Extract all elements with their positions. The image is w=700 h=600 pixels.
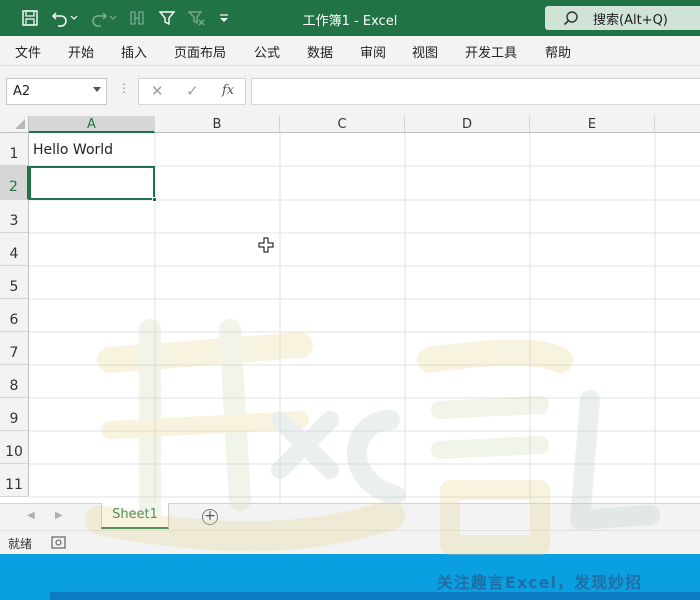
status-bar: 就绪 [0,530,700,554]
fill-handle[interactable] [152,197,157,202]
column-header-a[interactable]: A [29,116,155,133]
column-header-e[interactable]: E [530,116,655,133]
column-header-b[interactable]: B [155,116,280,133]
accessibility-icon[interactable] [51,536,66,549]
column-header-f[interactable] [655,116,700,133]
search-icon [563,10,579,26]
touch-mode-icon[interactable] [127,8,147,28]
tab-view[interactable]: 视图 [412,42,438,61]
insert-function-icon[interactable]: fx [222,83,234,98]
ribbon-tabs: 文件 开始 插入 页面布局 公式 数据 审阅 视图 开发工具 帮助 [0,36,700,66]
formula-buttons: ✕ ✓ fx [138,78,246,105]
scroll-tabs-left-icon[interactable]: ◀ [27,510,35,521]
cell-cursor-icon [258,237,274,253]
search-box[interactable]: 搜索(Alt+Q) [545,6,700,30]
name-box[interactable]: A2 [6,78,107,105]
row-header-6[interactable]: 6 [0,299,29,332]
row-header-3[interactable]: 3 [0,200,29,233]
title-bar: 工作簿1 - Excel 搜索(Alt+Q) [0,0,700,36]
tab-file[interactable]: 文件 [15,42,41,61]
column-header-c[interactable]: C [280,116,405,133]
tab-help[interactable]: 帮助 [545,42,571,61]
row-header-1[interactable]: 1 [0,133,29,166]
promo-banner: 关注趣言Excel，发现妙招 [0,554,700,600]
row-header-9[interactable]: 9 [0,398,29,431]
row-header-11[interactable]: 11 [0,464,29,497]
clear-filter-icon[interactable] [186,8,206,28]
status-ready: 就绪 [8,537,33,551]
cancel-icon[interactable]: ✕ [151,82,164,100]
redo-dropdown-icon[interactable] [108,8,118,28]
formula-bar: A2 ⋮ ✕ ✓ fx [0,66,700,116]
tab-page-layout[interactable]: 页面布局 [174,42,226,61]
row-header-8[interactable]: 8 [0,365,29,398]
save-icon[interactable] [20,8,40,28]
column-header-d[interactable]: D [405,116,530,133]
tab-data[interactable]: 数据 [307,42,333,61]
tab-insert[interactable]: 插入 [121,42,147,61]
tab-review[interactable]: 审阅 [360,42,386,61]
filter-icon[interactable] [157,8,177,28]
chevron-down-icon[interactable] [93,87,101,92]
redo-icon[interactable] [89,8,109,28]
formula-input[interactable] [251,78,700,105]
tab-home[interactable]: 开始 [68,42,94,61]
row-header-5[interactable]: 5 [0,266,29,299]
worksheet-grid[interactable]: A B C D E 1 2 3 4 5 6 7 8 9 10 11 Hello … [0,116,700,503]
tab-formulas[interactable]: 公式 [254,42,280,61]
tab-developer[interactable]: 开发工具 [465,42,517,61]
row-header-10[interactable]: 10 [0,431,29,464]
customize-qat-icon[interactable] [214,8,234,28]
active-cell-a2[interactable] [29,166,155,200]
search-label: 搜索(Alt+Q) [593,12,668,28]
scroll-tabs-right-icon[interactable]: ▶ [55,510,63,521]
undo-icon[interactable] [50,8,70,28]
undo-dropdown-icon[interactable] [69,8,79,28]
row-header-2[interactable]: 2 [0,166,29,200]
enter-icon[interactable]: ✓ [186,82,199,100]
sheet-tab-sheet1[interactable]: Sheet1 [101,503,169,529]
add-sheet-icon[interactable]: + [202,509,218,525]
banner-strip [50,592,700,600]
drag-handle-icon[interactable]: ⋮ [118,81,130,95]
row-header-4[interactable]: 4 [0,233,29,266]
select-all-button[interactable] [0,116,29,133]
banner-text: 关注趣言Excel，发现妙招 [436,573,642,592]
row-header-7[interactable]: 7 [0,332,29,365]
cell-a1[interactable]: Hello World [33,142,113,158]
name-box-value: A2 [13,84,31,99]
sheet-tab-bar: ◀ ▶ Sheet1 + [0,503,700,530]
